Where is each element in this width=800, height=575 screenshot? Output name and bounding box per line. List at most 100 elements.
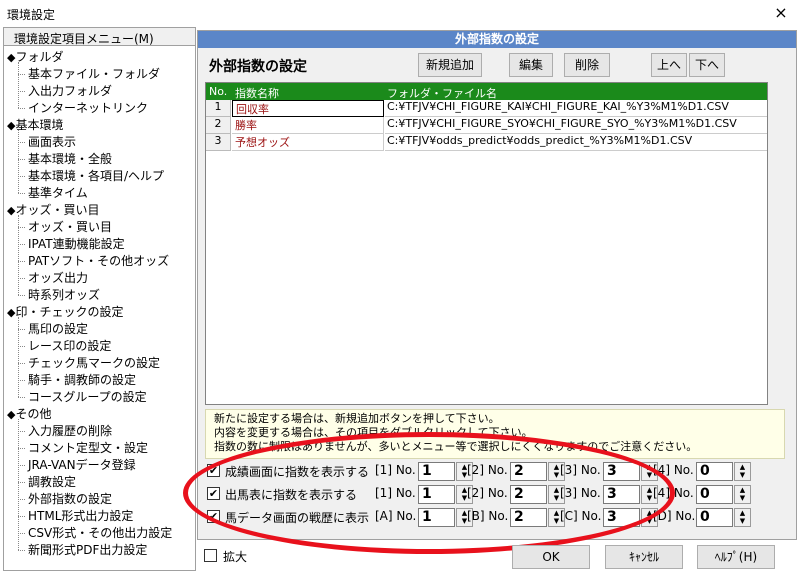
add-new-button[interactable]: 新規追加 [418,53,482,77]
row-name[interactable]: 予想オッズ [232,134,384,151]
menu-group[interactable]: 基本環境 [7,116,63,133]
menu-item[interactable]: オッズ・買い目 [28,218,112,235]
menu-item[interactable]: PATソフト・その他オッズ [28,252,169,269]
tree-connector [18,533,25,534]
tree-connector [18,74,25,75]
option-checkbox[interactable]: ✔ [207,510,220,523]
menu-group[interactable]: オッズ・買い目 [7,201,99,218]
menu-item[interactable]: 新聞形式PDF出力設定 [28,541,147,558]
menu-group[interactable]: 印・チェックの設定 [7,303,123,320]
tree-connector [18,499,25,500]
help-button[interactable]: ﾍﾙﾌﾟ(H) [697,545,775,569]
tree-connector [18,62,19,108]
move-up-button[interactable]: 上へ [651,53,687,77]
grid-row[interactable]: 1 回収率 C:¥TFJV¥CHI_FIGURE_KAI¥CHI_FIGURE_… [206,100,767,117]
slot-number-field[interactable]: 3 [603,485,640,504]
menu-item[interactable]: 入力履歴の削除 [28,422,112,439]
spinner-icon[interactable]: ▲ ▼ [734,508,751,527]
menu-item[interactable]: 騎手・調教師の設定 [28,371,136,388]
column-path: フォルダ・ファイル名 [387,87,497,100]
grid-row[interactable]: 3 予想オッズ C:¥TFJV¥odds_predict¥odds_predic… [206,134,767,151]
slot-number-field[interactable]: 3 [603,508,640,527]
option-checkbox[interactable]: ✔ [207,487,220,500]
menu-item[interactable]: 基準タイム [28,184,88,201]
menu-item[interactable]: インターネットリンク [28,99,148,116]
spinner-icon[interactable]: ▲ ▼ [734,485,751,504]
menu-item[interactable]: レース印の設定 [28,337,111,354]
spinner-icon[interactable]: ▲ ▼ [734,462,751,481]
tree-connector [18,465,25,466]
zoom-checkbox-box[interactable] [204,549,217,562]
slot-label: [3] No. [560,486,601,500]
menu-item[interactable]: 基本ファイル・フォルダ [28,65,160,82]
slot-number-field[interactable]: 1 [418,462,455,481]
option-checkbox[interactable]: ✔ [207,464,220,477]
menu-item[interactable]: 入出力フォルダ [28,82,112,99]
tree-connector [18,397,25,398]
edit-button[interactable]: 編集 [509,53,553,77]
slot-label: [A] No. [375,509,417,523]
info-line: 内容を変更する場合は、その項目をダブルクリックして下さい。 [214,426,533,439]
menu-group[interactable]: フォルダ [7,48,63,65]
slot-label: [1] No. [375,463,416,477]
slot-number-field[interactable]: 2 [510,508,547,527]
grid-row[interactable]: 2 勝率 C:¥TFJV¥CHI_FIGURE_SYO¥CHI_FIGURE_S… [206,117,767,134]
tree-connector [18,295,25,296]
column-name: 指数名称 [235,87,279,100]
menu-item[interactable]: 調教設定 [28,473,76,490]
info-line: 新たに設定する場合は、新規追加ボタンを押して下さい。 [214,412,500,425]
slot-number-field[interactable]: 2 [510,485,547,504]
slot-label: [3] No. [560,463,601,477]
slot-number-field[interactable]: 2 [510,462,547,481]
display-option-row: ✔ 成績画面に指数を表示する [1] No. 1 ▲ ▼ [2] No. 2 ▲ ▼ [3] No.… [205,461,785,483]
menu-item[interactable]: 基本環境・各項目/ヘルプ [28,167,164,184]
move-down-button[interactable]: 下へ [689,53,725,77]
slot-label: [B] No. [467,509,509,523]
info-note: 新たに設定する場合は、新規追加ボタンを押して下さい。 内容を変更する場合は、その… [205,409,785,459]
menu-item[interactable]: チェック馬マークの設定 [28,354,160,371]
menu-item[interactable]: 馬印の設定 [28,320,88,337]
menu-item[interactable]: コースグループの設定 [28,388,147,405]
row-name[interactable]: 勝率 [232,117,384,134]
menu-item[interactable]: 外部指数の設定 [28,490,112,507]
slot-number-field[interactable]: 1 [418,485,455,504]
menu-item[interactable]: 画面表示 [28,133,76,150]
row-path[interactable]: C:¥TFJV¥CHI_FIGURE_SYO¥CHI_FIGURE_SYO_%Y… [385,117,767,134]
menu-item[interactable]: 基本環境・全般 [28,150,112,167]
row-name[interactable]: 回収率 [232,100,384,117]
panel-bar-title: 外部指数の設定 [198,31,796,48]
menu-header-label: 環境設定項目メニュー(M) [14,32,154,46]
tree-connector [18,346,25,347]
menu-item[interactable]: JRA-VANデータ登録 [28,456,136,473]
settings-menu-tree[interactable]: フォルダ基本ファイル・フォルダ入出力フォルダインターネットリンク基本環境画面表示… [3,46,196,571]
close-icon[interactable]: × [770,3,792,22]
menu-group[interactable]: その他 [7,405,51,422]
external-index-panel: 外部指数の設定 外部指数の設定 新規追加 編集 削除 上へ 下へ No. 指数名… [197,30,797,540]
info-line: 指数の数に制限はありませんが、多いとメニュー等で選択しにくくなりますのでご注意く… [214,440,698,453]
delete-button[interactable]: 削除 [564,53,610,77]
slot-number-field[interactable]: 0 [696,485,733,504]
slot-label: [4] No. [653,486,694,500]
row-path[interactable]: C:¥TFJV¥CHI_FIGURE_KAI¥CHI_FIGURE_KAI_%Y… [385,100,767,117]
slot-number-field[interactable]: 0 [696,508,733,527]
slot-number-field[interactable]: 1 [418,508,455,527]
slot-label: [4] No. [653,463,694,477]
slot-number-field[interactable]: 3 [603,462,640,481]
zoom-label: 拡大 [223,550,248,564]
menu-item[interactable]: コメント定型文・設定 [28,439,148,456]
menu-item[interactable]: IPAT連動機能設定 [28,235,125,252]
menu-item[interactable]: 時系列オッズ [28,286,100,303]
row-path[interactable]: C:¥TFJV¥odds_predict¥odds_predict_%Y3%M1… [385,134,767,151]
panel-title: 外部指数の設定 [209,59,307,75]
index-grid[interactable]: No. 指数名称 フォルダ・ファイル名 1 回収率 C:¥TFJV¥CHI_FI… [205,82,768,405]
tree-connector [18,159,25,160]
slot-number-field[interactable]: 0 [696,462,733,481]
cancel-button[interactable]: ｷｬﾝｾﾙ [605,545,683,569]
ok-button[interactable]: OK [512,545,590,569]
menu-item[interactable]: CSV形式・その他出力設定 [28,524,172,541]
tree-connector [18,317,19,397]
window-title: 環境設定 [7,8,56,22]
tree-connector [18,193,25,194]
menu-item[interactable]: オッズ出力 [28,269,88,286]
menu-item[interactable]: HTML形式出力設定 [28,507,133,524]
